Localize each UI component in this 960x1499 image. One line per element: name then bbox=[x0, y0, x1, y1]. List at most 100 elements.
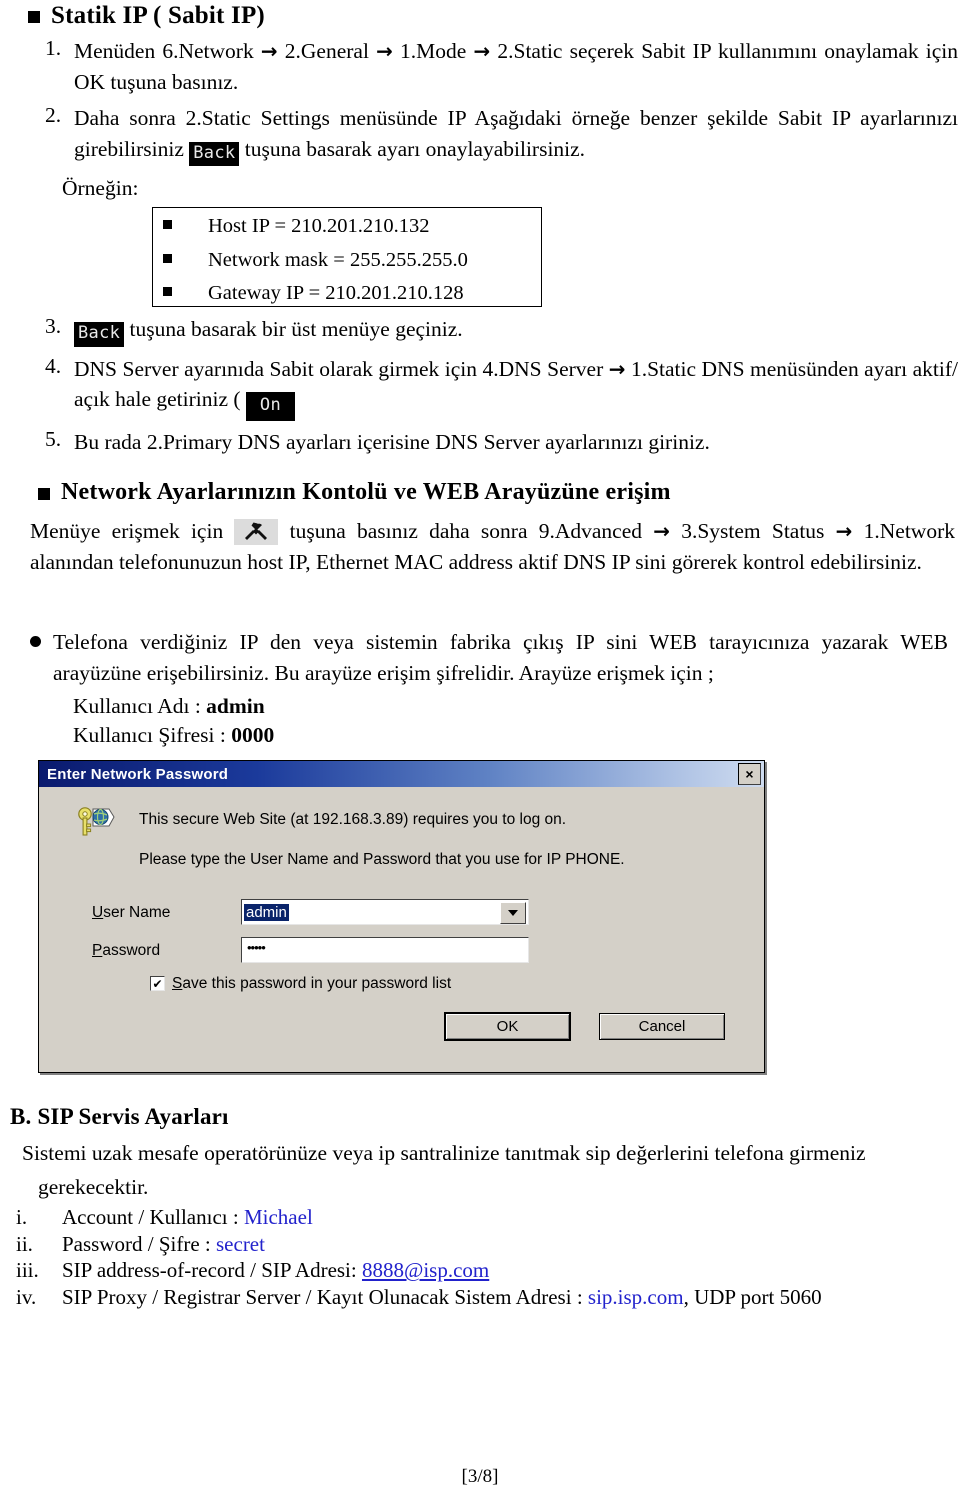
list-item-body: Menüden 6.Network → 2.General → 1.Mode →… bbox=[74, 36, 958, 97]
square-bullet-icon bbox=[163, 287, 172, 296]
section-heading-sip-servis: B. SIP Servis Ayarları bbox=[10, 1104, 229, 1130]
username-label-rest: ser Name bbox=[103, 904, 171, 921]
list-item-body: SIP Proxy / Registrar Server / Kayıt Olu… bbox=[62, 1284, 822, 1311]
sip-intro-line-2: gerekecektir. bbox=[38, 1175, 149, 1199]
save-password-label-rest: ave this password in your password list bbox=[182, 975, 452, 992]
list-item-label: Password / Şifre : bbox=[62, 1231, 216, 1256]
list-item: 1. Menüden 6.Network → 2.General → 1.Mod… bbox=[28, 36, 958, 97]
save-password-label[interactable]: Save this password in your password list bbox=[172, 975, 451, 993]
section-heading-text: Statik IP ( Sabit IP) bbox=[51, 2, 265, 29]
network-access-paragraph: Menüye erişmek için tuşuna basınız daha … bbox=[30, 516, 955, 577]
section-heading-network-ayarlari: Network Ayarlarınızın Kontolü ve WEB Ara… bbox=[38, 479, 671, 506]
list-item: 3. Back tuşuna basarak bir üst menüye ge… bbox=[28, 314, 958, 347]
ok-button[interactable]: OK bbox=[444, 1012, 571, 1041]
key-badge-on: On bbox=[245, 392, 295, 422]
round-bullet-icon bbox=[30, 636, 41, 647]
list-item-body: SIP address-of-record / SIP Adresi: 8888… bbox=[62, 1257, 489, 1284]
example-row: Gateway IP = 210.201.210.128 bbox=[163, 283, 531, 304]
close-icon[interactable]: × bbox=[738, 763, 761, 785]
wrench-hammer-icon bbox=[234, 519, 279, 545]
list-item: i. Account / Kullanıcı : Michael bbox=[6, 1204, 946, 1231]
arrow-right-icon: → bbox=[260, 39, 278, 63]
sip-intro-line-1: Sistemi uzak mesafe operatörünüze veya i… bbox=[22, 1141, 866, 1165]
text-run: Bu rada 2.Primary DNS ayarları içerisine… bbox=[74, 430, 710, 455]
text-run: tuşuna basarak bir üst menüye geçiniz. bbox=[124, 317, 463, 341]
checkmark-icon: ✔ bbox=[152, 976, 163, 991]
credential-password-label: Kullanıcı Şifresi : bbox=[73, 723, 232, 748]
sip-settings-list: i. Account / Kullanıcı : Michael ii. Pas… bbox=[6, 1204, 946, 1311]
password-label-rest: assword bbox=[102, 942, 161, 959]
password-label-mnemonic: P bbox=[92, 942, 103, 959]
list-item-body: Back tuşuna basarak bir üst menüye geçin… bbox=[74, 314, 958, 347]
list-item-number: 1. bbox=[45, 36, 62, 60]
credential-password: Kullanıcı Şifresi : 0000 bbox=[53, 721, 960, 750]
example-values-box: Host IP = 210.201.210.132 Network mask =… bbox=[152, 207, 542, 307]
list-item-number: 3. bbox=[45, 314, 62, 338]
key-badge-back: Back bbox=[74, 322, 125, 347]
dialog-message-line-2: Please type the User Name and Password t… bbox=[139, 851, 625, 868]
example-row: Network mask = 255.255.255.0 bbox=[163, 249, 531, 271]
list-item-body: Password / Şifre : secret bbox=[62, 1231, 265, 1258]
document-page: Statik IP ( Sabit IP) 1. Menüden 6.Netwo… bbox=[0, 0, 960, 1499]
list-item-number: ii. bbox=[16, 1231, 33, 1256]
text-run: Menüden 6.Network bbox=[74, 39, 261, 63]
enter-network-password-dialog[interactable]: Enter Network Password × This secure Web… bbox=[38, 760, 765, 1073]
password-input-value[interactable]: ••••• bbox=[247, 940, 266, 955]
text-run: tuşuna basarak ayarı onaylayabilirsiniz. bbox=[239, 136, 586, 161]
web-access-bullet-block: Telefona verdiğiniz IP den veya sistemin… bbox=[30, 627, 960, 750]
cancel-button[interactable]: Cancel bbox=[599, 1013, 725, 1040]
arrow-right-icon: → bbox=[376, 39, 393, 63]
username-label: User Name bbox=[92, 904, 170, 922]
section-heading-statik-ip: Statik IP ( Sabit IP) bbox=[28, 2, 265, 30]
list-item-label: SIP Proxy / Registrar Server / Kayıt Olu… bbox=[62, 1284, 588, 1309]
password-input[interactable]: ••••• bbox=[241, 937, 529, 963]
ornegin-label: Örneğin: bbox=[62, 176, 139, 200]
page-footer: [3/8] bbox=[461, 1466, 499, 1487]
save-password-checkbox[interactable]: ✔ bbox=[150, 976, 165, 991]
username-combobox[interactable]: admin bbox=[241, 899, 529, 925]
example-row-text: Host IP = 210.201.210.132 bbox=[208, 215, 430, 237]
sip-proxy-value: sip.isp.com bbox=[587, 1284, 684, 1309]
text-run: 3.System Status bbox=[669, 519, 836, 543]
list-item-value: Michael bbox=[243, 1205, 313, 1229]
web-access-paragraph: Telefona verdiğiniz IP den veya sistemin… bbox=[53, 630, 948, 685]
dialog-message-line-1: This secure Web Site (at 192.168.3.89) r… bbox=[139, 811, 567, 828]
example-row-text: Gateway IP = 210.201.210.128 bbox=[208, 282, 464, 304]
list-item-value: secret bbox=[216, 1231, 265, 1256]
list-item: 4. DNS Server ayarınıda Sabit olarak gir… bbox=[28, 353, 958, 422]
credential-password-value: 0000 bbox=[231, 723, 275, 748]
list-item-number: 5. bbox=[45, 427, 62, 452]
password-label: Password bbox=[92, 942, 160, 960]
sip-address-link[interactable]: 8888@isp.com bbox=[362, 1258, 489, 1282]
list-item-body: DNS Server ayarınıda Sabit olarak girmek… bbox=[74, 354, 958, 422]
arrow-right-icon: → bbox=[835, 519, 853, 543]
list-item-number: 4. bbox=[45, 353, 62, 378]
dialog-title: Enter Network Password bbox=[47, 765, 229, 783]
list-item-body: Bu rada 2.Primary DNS ayarları içerisine… bbox=[74, 427, 958, 458]
dialog-body: This secure Web Site (at 192.168.3.89) r… bbox=[39, 787, 764, 1072]
square-bullet-icon bbox=[28, 11, 40, 23]
list-item-number: i. bbox=[16, 1205, 28, 1229]
steps-list-1: 1. Menüden 6.Network → 2.General → 1.Mod… bbox=[28, 36, 958, 168]
key-globe-icon bbox=[73, 805, 115, 846]
list-item-number: iii. bbox=[16, 1258, 39, 1283]
example-row: Host IP = 210.201.210.132 bbox=[163, 216, 531, 237]
credential-username-label: Kullanıcı Adı : bbox=[73, 694, 207, 719]
arrow-right-icon: → bbox=[653, 519, 670, 543]
text-run: 2.General bbox=[277, 39, 377, 63]
dialog-title-bar[interactable]: Enter Network Password × bbox=[39, 761, 764, 787]
credential-username: Kullanıcı Adı : admin bbox=[53, 692, 960, 721]
steps-list-2: 3. Back tuşuna basarak bir üst menüye ge… bbox=[28, 314, 958, 460]
credential-username-value: admin bbox=[206, 694, 265, 719]
list-item-body: Account / Kullanıcı : Michael bbox=[62, 1204, 313, 1231]
list-item: iv. SIP Proxy / Registrar Server / Kayıt… bbox=[6, 1284, 946, 1311]
section-heading-text: B. SIP Servis Ayarları bbox=[10, 1104, 229, 1129]
username-input-value[interactable]: admin bbox=[244, 903, 289, 921]
chevron-down-icon[interactable] bbox=[500, 902, 526, 924]
arrow-right-icon: → bbox=[473, 39, 491, 63]
list-item: ii. Password / Şifre : secret bbox=[6, 1231, 946, 1258]
list-item-body: Daha sonra 2.Static Settings menüsünde I… bbox=[74, 103, 958, 167]
square-bullet-icon bbox=[163, 253, 172, 263]
arrow-right-icon: → bbox=[608, 356, 626, 381]
list-item-label: SIP address-of-record / SIP Adresi: bbox=[62, 1258, 362, 1283]
